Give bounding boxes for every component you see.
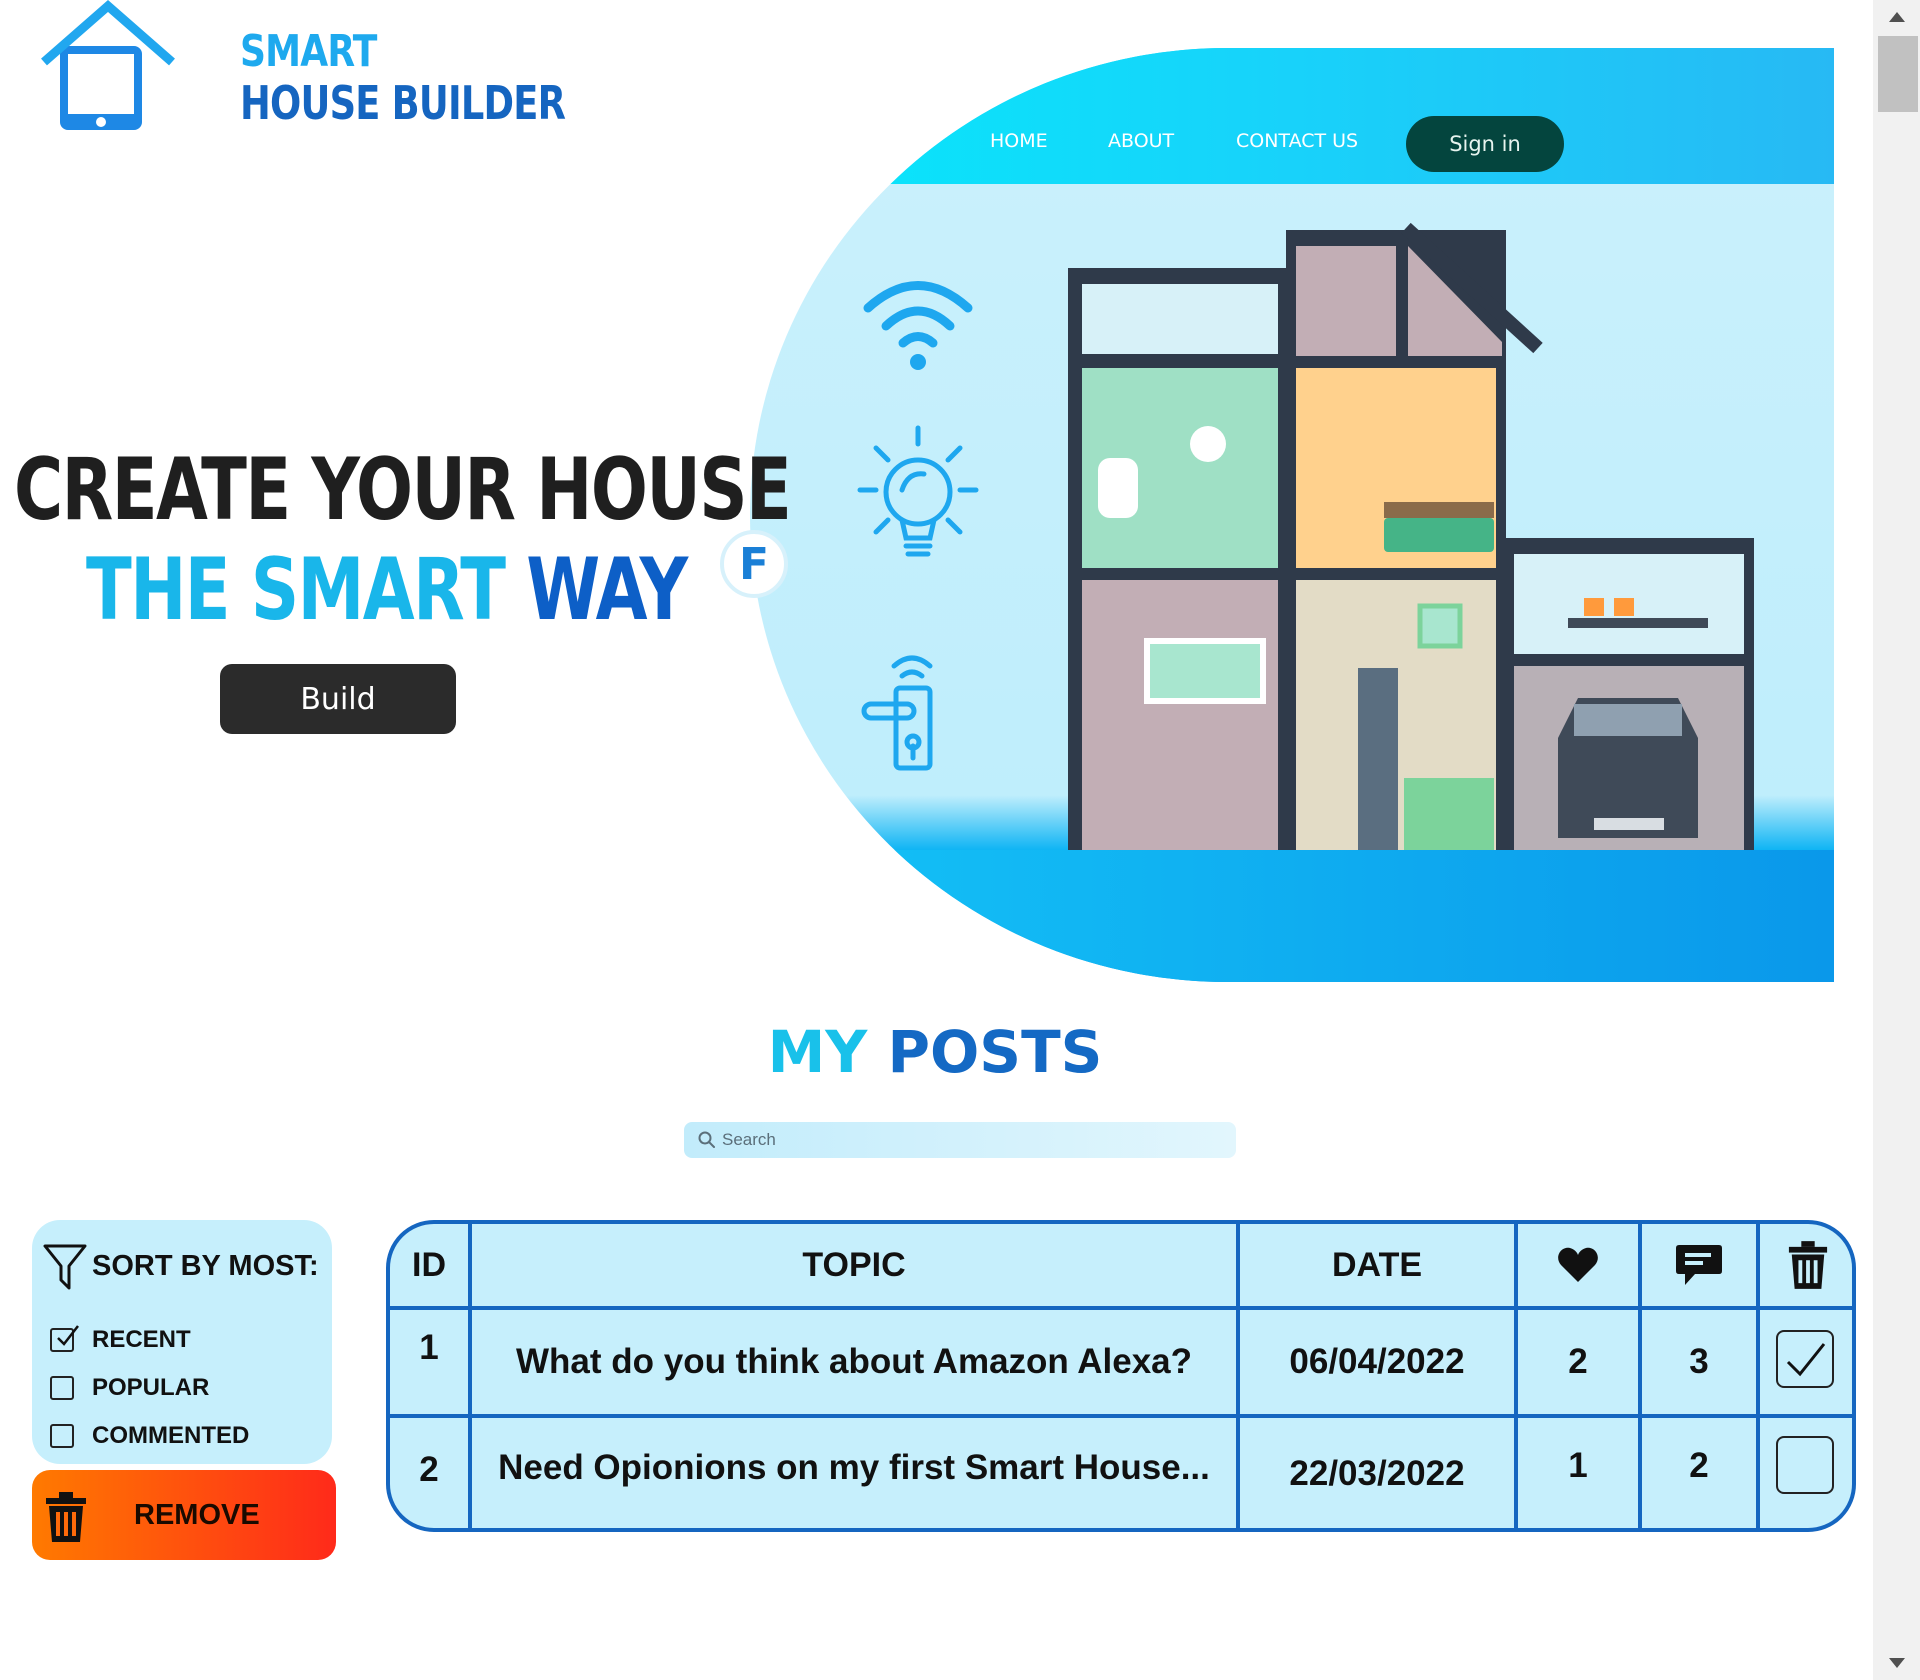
checkbox-popular[interactable] [50,1376,74,1400]
checkbox-commented[interactable] [50,1424,74,1448]
smart-house-illustration [1038,222,1834,894]
sort-option-label: RECENT [92,1326,191,1353]
nav-about[interactable]: ABOUT [1108,130,1174,152]
row-1-date: 06/04/2022 [1289,1342,1465,1381]
hero-panel: HOME ABOUT CONTACT US Sign in [750,48,1834,982]
build-button[interactable]: Build [220,664,456,734]
filter-icon [43,1244,87,1290]
smart-lock-icon [861,655,933,771]
row-1-select-checkbox[interactable] [1776,1330,1834,1388]
column-header-id: ID [412,1245,446,1284]
wifi-icon [863,281,973,370]
sort-panel: SORT BY MOST: RECENT POPULAR COMMENTED [32,1220,332,1464]
sort-option-commented[interactable]: COMMENTED [50,1422,249,1450]
posts-table: ID TOPIC DATE 1 What do you think about … [386,1220,1856,1532]
column-header-topic: TOPIC [802,1245,906,1284]
top-nav-bar: HOME ABOUT CONTACT US Sign in [750,48,1834,184]
column-header-date: DATE [1331,1245,1423,1284]
row-2-likes: 1 [1568,1446,1588,1485]
brand-line-2: HOUSE BUILDER [240,76,566,130]
row-1-likes: 2 [1568,1342,1588,1381]
heart-icon [1558,1247,1598,1282]
page-scrollbar[interactable] [1873,0,1920,1680]
hero-subheadline: THE SMART WAY [86,540,688,640]
scrollbar-thumb[interactable] [1878,36,1918,112]
search-input[interactable]: Search [722,1130,776,1150]
brand-line-1: SMART [240,26,377,77]
column-header-comments[interactable] [1642,1224,1756,1306]
scroll-down-arrow-icon[interactable] [1887,1656,1907,1670]
row-2-date: 22/03/2022 [1289,1454,1465,1493]
row-2-select-checkbox[interactable] [1776,1436,1834,1494]
hero-subheadline-part2: WAY [526,540,688,640]
remove-button[interactable]: REMOVE [32,1470,336,1560]
comment-icon [1676,1245,1722,1285]
sort-option-label: POPULAR [92,1374,210,1401]
checkmark-icon [1786,1343,1826,1377]
nav-home[interactable]: HOME [990,130,1048,152]
row-1-id: 1 [419,1328,439,1367]
column-header-likes[interactable] [1518,1224,1638,1306]
f-badge-button[interactable]: F [720,530,788,598]
hero-headline: CREATE YOUR HOUSE [14,440,792,540]
lightbulb-icon [857,425,979,557]
row-2-id: 2 [419,1450,439,1489]
house-tablet-icon [41,0,175,130]
sort-label: SORT BY MOST: [92,1250,319,1282]
search-icon [698,1131,715,1148]
section-title-part2: POSTS [887,1018,1103,1086]
sort-option-recent[interactable]: RECENT [50,1325,191,1354]
checkmark-icon [57,1325,79,1346]
sign-in-button[interactable]: Sign in [1406,116,1564,172]
checkbox-recent[interactable] [50,1325,79,1352]
row-2-topic[interactable]: Need Opionions on my first Smart House..… [472,1418,1236,1518]
row-1-topic[interactable]: What do you think about Amazon Alexa? [472,1310,1236,1414]
column-header-delete[interactable] [1760,1224,1852,1306]
trash-icon [1788,1241,1828,1289]
section-title-part1: MY [767,1018,868,1086]
remove-label: REMOVE [134,1498,260,1531]
trash-icon [46,1492,86,1542]
hero-subheadline-part1: THE SMART [86,540,506,640]
row-1-comments: 3 [1689,1342,1709,1381]
row-2-comments: 2 [1689,1446,1709,1485]
sort-option-label: COMMENTED [92,1422,250,1449]
sort-option-popular[interactable]: POPULAR [50,1374,209,1402]
scroll-up-arrow-icon[interactable] [1887,10,1907,24]
section-title: MY POSTS [0,1018,1870,1086]
search-bar[interactable]: Search [684,1122,1236,1158]
hero-footer-band [750,850,1834,982]
nav-contact-us[interactable]: CONTACT US [1236,130,1358,152]
site-logo[interactable]: SMART HOUSE BUILDER [40,0,566,140]
